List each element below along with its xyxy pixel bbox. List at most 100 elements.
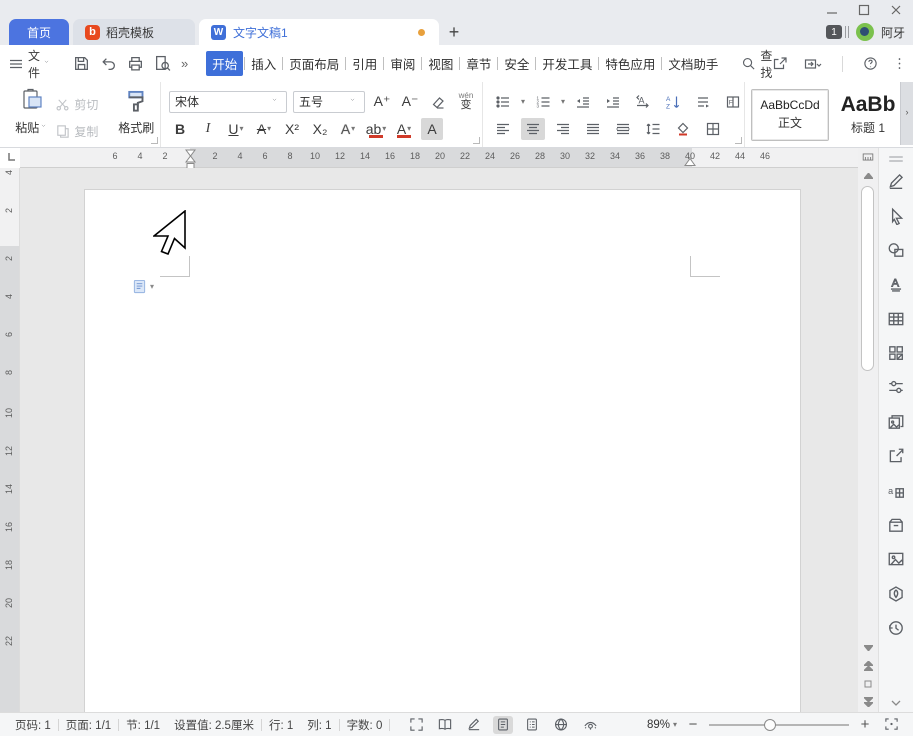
zoom-in-button[interactable]: + — [857, 716, 873, 733]
style-card[interactable]: AaBbCcDd正文 — [751, 89, 829, 141]
material-box-icon[interactable] — [884, 513, 908, 537]
ruler-toggle-icon[interactable] — [861, 150, 875, 164]
file-menu-button[interactable]: 文件 — [24, 47, 57, 81]
status-segment-4[interactable]: 行: 1 — [262, 717, 300, 733]
drag-handle-icon[interactable] — [889, 156, 903, 162]
share-icon[interactable] — [884, 444, 908, 468]
right-indent-marker-icon[interactable] — [684, 157, 696, 167]
undo-icon[interactable] — [100, 55, 117, 72]
text-effects-button[interactable]: A▾ — [337, 118, 359, 140]
edit-pen-icon[interactable] — [884, 169, 908, 193]
font-size-combo[interactable]: 五号 — [293, 91, 365, 113]
scroll-up-button[interactable] — [862, 170, 874, 182]
clear-format-icon[interactable] — [427, 91, 449, 113]
paragraph-layout-icon[interactable] — [691, 91, 715, 113]
paste-button[interactable]: 粘贴 — [10, 88, 55, 147]
italic-button[interactable]: I — [197, 118, 219, 140]
fit-page-icon[interactable] — [881, 716, 901, 734]
maximize-icon[interactable] — [853, 2, 875, 18]
wordart-icon[interactable]: A — [884, 272, 908, 296]
scroll-down-button[interactable] — [862, 642, 874, 654]
group-dialog-launcher[interactable] — [473, 137, 480, 144]
pinyin-guide-button[interactable]: wén变 — [455, 91, 477, 113]
char-scale-icon[interactable]: A — [631, 91, 655, 113]
zoom-slider[interactable] — [709, 718, 849, 732]
scrollbar-thumb[interactable] — [861, 186, 874, 371]
justify-icon[interactable] — [581, 118, 605, 140]
ink-pen-icon[interactable] — [464, 716, 484, 734]
status-segment-3[interactable]: 设置值: 2.5厘米 — [167, 717, 261, 733]
session-badge[interactable]: 1 — [826, 25, 842, 39]
translate-icon[interactable]: a — [884, 479, 908, 503]
align-right-icon[interactable] — [551, 118, 575, 140]
tab-selector-icon[interactable] — [5, 151, 17, 163]
eye-protect-icon[interactable] — [580, 716, 600, 734]
share-window-icon[interactable] — [772, 56, 788, 72]
print-preview-icon[interactable] — [154, 55, 171, 72]
group-dialog-launcher[interactable] — [151, 137, 158, 144]
ribbon-tab-2[interactable]: 页面布局 — [284, 51, 344, 76]
ribbon-tab-5[interactable]: 视图 — [423, 51, 458, 76]
more-kebab-icon[interactable] — [892, 56, 907, 71]
tab-document[interactable]: W 文字文稿1 — [199, 19, 439, 45]
ribbon-tab-10[interactable]: 文档助手 — [663, 51, 723, 76]
cut-button[interactable]: 剪切 — [55, 96, 112, 113]
highlight-button[interactable]: ab▾ — [365, 118, 387, 140]
status-segment-2[interactable]: 节: 1/1 — [119, 717, 167, 733]
ribbon-tab-0[interactable]: 开始 — [206, 51, 243, 76]
print-icon[interactable] — [127, 55, 144, 72]
search-button[interactable]: 查找 — [741, 47, 772, 81]
adjust-sliders-icon[interactable] — [884, 375, 908, 399]
minimize-icon[interactable] — [821, 2, 843, 18]
indent-icon[interactable] — [601, 91, 625, 113]
strikethrough-button[interactable]: A▾ — [253, 118, 275, 140]
page-view-icon[interactable] — [493, 716, 513, 734]
select-browse-object-button[interactable] — [862, 678, 874, 690]
tab-home[interactable]: 首页 — [9, 19, 69, 45]
history-icon[interactable] — [884, 616, 908, 640]
table-icon[interactable] — [884, 307, 908, 331]
style-card[interactable]: AaBb标题 1 — [829, 89, 900, 141]
ribbon-tab-7[interactable]: 安全 — [499, 51, 534, 76]
web-view-icon[interactable] — [551, 716, 571, 734]
subscript-button[interactable]: X₂ — [309, 118, 331, 140]
borders-icon[interactable] — [701, 118, 725, 140]
superscript-button[interactable]: X² — [281, 118, 303, 140]
save-icon[interactable] — [73, 55, 90, 72]
avatar[interactable] — [856, 23, 874, 41]
hamburger-icon[interactable] — [8, 56, 24, 72]
next-page-button[interactable] — [862, 696, 874, 708]
apps-grid-icon[interactable] — [884, 341, 908, 365]
align-left-icon[interactable] — [491, 118, 515, 140]
horizontal-ruler[interactable]: 6422468101214161820222426283032343638404… — [20, 148, 858, 168]
docer-leaf-icon[interactable] — [884, 582, 908, 606]
bullet-list-icon[interactable] — [491, 91, 515, 113]
char-shading-button[interactable]: A — [421, 118, 443, 140]
bold-button[interactable]: B — [169, 118, 191, 140]
number-list-icon[interactable]: 123 — [531, 91, 555, 113]
ribbon-tab-1[interactable]: 插入 — [246, 51, 281, 76]
status-segment-6[interactable]: 字数: 0 — [340, 717, 390, 733]
close-icon[interactable] — [885, 2, 907, 18]
document-canvas[interactable]: ▾ — [20, 168, 858, 712]
zoom-slider-thumb[interactable] — [764, 719, 776, 731]
sidebar-more-chevron-icon[interactable] — [879, 700, 913, 706]
image-library-icon[interactable] — [884, 410, 908, 434]
align-center-icon[interactable] — [521, 118, 545, 140]
distribute-icon[interactable] — [611, 118, 635, 140]
font-name-combo[interactable]: 宋体 — [169, 91, 287, 113]
frame-setting-icon[interactable]: F — [721, 91, 745, 113]
ribbon-tab-3[interactable]: 引用 — [347, 51, 382, 76]
paste-options-hint[interactable]: ▾ — [132, 279, 154, 294]
line-spacing-icon[interactable] — [641, 118, 665, 140]
help-icon[interactable] — [863, 56, 878, 71]
sort-icon[interactable]: AZ — [661, 91, 685, 113]
new-tab-button[interactable]: + — [439, 19, 469, 45]
quick-access-more-button[interactable]: » — [181, 56, 188, 71]
font-color-button[interactable]: A▾ — [393, 118, 415, 140]
status-segment-1[interactable]: 页面: 1/1 — [59, 717, 118, 733]
read-mode-icon[interactable] — [435, 716, 455, 734]
ribbon-tab-9[interactable]: 特色应用 — [600, 51, 660, 76]
picture-icon[interactable] — [884, 547, 908, 571]
switch-window-icon[interactable] — [802, 56, 822, 72]
